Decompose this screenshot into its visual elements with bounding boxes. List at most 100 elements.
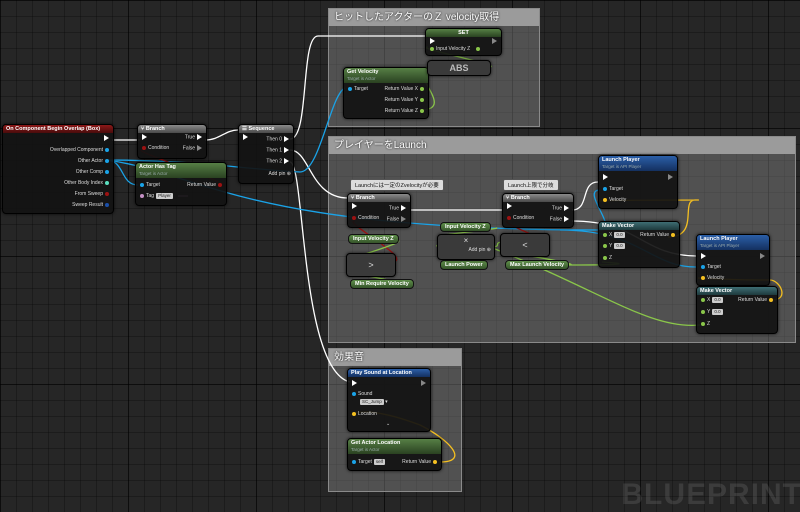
launch-player-node-2[interactable]: Launch Player Target is API Player Target… <box>696 234 770 286</box>
return-z-pin[interactable]: Return Value Z <box>385 108 426 115</box>
input-velocity-z-pin[interactable]: Input Velocity Z <box>428 46 482 53</box>
exec-in-pin[interactable] <box>241 134 250 141</box>
note-launch-cap-branch[interactable]: Launch上限で分岐 <box>503 179 559 191</box>
var-max-launch-velocity[interactable]: Max Launch Velocity <box>505 260 570 270</box>
get-velocity-node[interactable]: Get Velocity Target is Actor Target Retur… <box>343 67 429 119</box>
x-value-input[interactable]: 0.0 <box>614 232 625 238</box>
pin-label: Sweep Result <box>72 202 103 208</box>
exec-out-pin[interactable] <box>490 38 499 45</box>
add-pin-button[interactable]: Add pin ⊕ <box>468 247 491 254</box>
expand-arrow-icon[interactable]: ⌄ <box>386 421 390 428</box>
y-pin[interactable]: Y 0.0 <box>699 309 723 316</box>
sweep-result-pin[interactable]: Sweep Result <box>72 202 111 209</box>
var-input-velocity-z-2[interactable]: Input Velocity Z <box>440 222 491 232</box>
target-self-input[interactable]: self <box>373 459 385 465</box>
exec-in-pin[interactable] <box>350 203 359 210</box>
return-value-pin[interactable]: Return Value <box>187 182 224 189</box>
target-pin[interactable]: Target <box>346 86 368 93</box>
target-pin[interactable]: Target <box>601 186 623 193</box>
get-actor-location-node[interactable]: Get Actor Location Target is Actor Target… <box>347 438 442 471</box>
exec-in-pin[interactable] <box>350 380 359 387</box>
exec-in-pin[interactable] <box>428 38 437 45</box>
x-pin[interactable]: X 0.0 <box>601 232 625 239</box>
var-input-velocity-z-1[interactable]: Input Velocity Z <box>348 234 399 244</box>
return-y-pin[interactable]: Return Value Y <box>385 97 426 104</box>
exec-in-pin[interactable] <box>505 203 514 210</box>
event-node-begin-overlap[interactable]: On Component Begin Overlap (Box) Overlap… <box>2 124 114 214</box>
launch-player-node-1[interactable]: Launch Player Target is API Player Target… <box>598 155 678 209</box>
true-pin[interactable]: True <box>185 134 204 141</box>
then-0-pin[interactable]: Then 0 <box>266 136 291 143</box>
branch-node-1[interactable]: ⑂ Branch Condition True False <box>137 124 207 159</box>
make-vector-node-1[interactable]: Make Vector X 0.0 Y 0.0 Z Return Value <box>598 221 680 268</box>
return-value-pin[interactable]: Return Value <box>738 297 775 304</box>
return-value-pin[interactable]: Return Value <box>402 459 439 466</box>
overlapped-component-pin[interactable]: Overlapped Component <box>50 147 111 154</box>
condition-pin[interactable]: Condition <box>505 215 534 222</box>
make-vector-node-2[interactable]: Make Vector X 0.0 Y 0.0 Z Return Value <box>696 286 778 334</box>
play-sound-at-location-node[interactable]: Play Sound at Location Sound SC_Jump ▾ L… <box>347 368 431 432</box>
target-pin[interactable]: Target self <box>350 459 385 466</box>
other-actor-pin[interactable]: Other Actor <box>78 158 111 165</box>
from-sweep-pin[interactable]: From Sweep <box>75 191 111 198</box>
false-pin[interactable]: False <box>387 216 408 223</box>
actor-has-tag-node[interactable]: Actor Has Tag Target is Actor Target Tag P… <box>135 162 227 206</box>
branch-node-2[interactable]: ⑂ Branch Condition True False <box>347 193 411 228</box>
sound-asset-select[interactable]: SC_Jump ▾ <box>358 399 388 406</box>
exec-out-pin[interactable] <box>758 253 767 260</box>
exec-in-pin[interactable] <box>601 174 610 181</box>
exec-out-pin[interactable] <box>419 380 428 387</box>
plus-icon: ⊕ <box>286 171 291 177</box>
branch-node-3[interactable]: ⑂ Branch Condition True False <box>502 193 574 228</box>
true-pin[interactable]: True <box>389 205 408 212</box>
pin-label: Other Actor <box>77 158 103 164</box>
node-title: ⑂ Branch <box>503 194 573 202</box>
z-pin[interactable]: Z <box>699 321 710 328</box>
z-pin[interactable]: Z <box>601 255 612 262</box>
x-pin[interactable]: X 0.0 <box>699 297 723 304</box>
pin-label: From Sweep <box>74 191 103 197</box>
tag-pin[interactable]: Tag Player <box>138 193 173 200</box>
abs-label: ABS <box>449 63 469 73</box>
node-title: Get Actor Location Target is Actor <box>348 439 441 454</box>
greater-than-node[interactable]: > <box>346 253 396 277</box>
note-launch-min-velocity[interactable]: Launchには一定のZvelocityが必要 <box>350 179 444 191</box>
sound-pin[interactable]: Sound <box>350 391 372 398</box>
other-body-index-pin[interactable]: Other Body Index <box>64 180 111 187</box>
other-comp-pin[interactable]: Other Comp <box>76 169 111 176</box>
add-pin-button[interactable]: Add pin ⊕ <box>268 171 291 178</box>
x-value-input[interactable]: 0.0 <box>712 297 723 303</box>
tag-input[interactable]: Player <box>156 193 173 199</box>
exec-out-pin[interactable] <box>666 174 675 181</box>
node-title: SET <box>426 29 501 37</box>
plus-icon: ⊕ <box>486 247 491 253</box>
false-pin[interactable]: False <box>183 145 204 152</box>
node-title: Actor Has Tag Target is Actor <box>136 163 226 178</box>
velocity-pin[interactable]: Velocity <box>699 275 724 282</box>
condition-pin[interactable]: Condition <box>350 215 379 222</box>
then-2-pin[interactable]: Then 2 <box>266 158 291 165</box>
less-than-node[interactable]: < <box>500 233 550 257</box>
return-value-pin[interactable]: Return Value <box>640 232 677 239</box>
var-min-require-velocity[interactable]: Min Require Velocity <box>350 279 414 289</box>
multiply-node[interactable]: × Add pin ⊕ <box>437 234 495 260</box>
exec-out-pin[interactable] <box>102 135 111 142</box>
condition-pin[interactable]: Condition <box>140 145 169 152</box>
velocity-pin[interactable]: Velocity <box>601 197 626 204</box>
sequence-node[interactable]: ☰ Sequence Then 0 Then 1 Then 2 Add pin … <box>238 124 294 184</box>
abs-node[interactable]: ABS <box>427 60 491 76</box>
set-input-velocity-z-node[interactable]: SET Input Velocity Z <box>425 28 502 56</box>
exec-in-pin[interactable] <box>699 253 708 260</box>
return-x-pin[interactable]: Return Value X <box>384 86 426 93</box>
exec-in-pin[interactable] <box>140 134 149 141</box>
y-value-input[interactable]: 0.0 <box>712 309 723 315</box>
true-pin[interactable]: True <box>552 205 571 212</box>
target-pin[interactable]: Target <box>138 182 160 189</box>
var-launch-power[interactable]: Launch Power <box>440 260 488 270</box>
false-pin[interactable]: False <box>550 216 571 223</box>
location-pin[interactable]: Location <box>350 411 377 418</box>
y-value-input[interactable]: 0.0 <box>614 243 625 249</box>
target-pin[interactable]: Target <box>699 264 721 271</box>
y-pin[interactable]: Y 0.0 <box>601 243 625 250</box>
then-1-pin[interactable]: Then 1 <box>266 147 291 154</box>
